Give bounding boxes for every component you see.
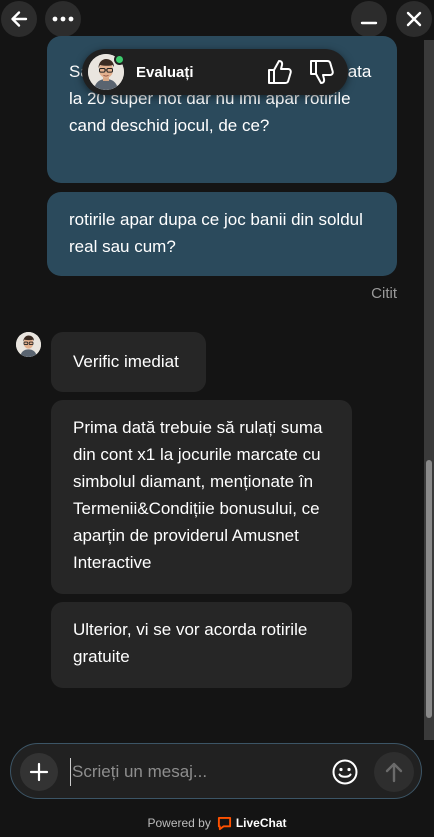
scrollbar-thumb[interactable] [426,460,432,718]
top-bar [0,0,434,40]
minimize-icon [360,21,378,25]
attach-button[interactable] [20,753,58,791]
livechat-brand: LiveChat [235,816,287,830]
emoji-icon [332,759,358,785]
rating-label: Evaluați [136,64,194,81]
more-options-button[interactable] [45,1,81,37]
close-icon [406,11,422,27]
thumbs-up-icon [268,60,292,84]
agent-message: Verific imediat [51,332,206,392]
agent-avatar-small [16,332,41,357]
user-message: rotirile apar dupa ce joc banii din sold… [47,192,397,276]
powered-by-footer[interactable]: Powered by LiveChat [0,814,434,832]
close-button[interactable] [396,1,432,37]
more-dots-icon [52,16,74,22]
arrow-left-icon [11,11,28,27]
message-composer [10,743,422,799]
minimize-button[interactable] [351,1,387,37]
send-arrow-icon [385,762,403,783]
livechat-logo-icon [217,816,231,830]
send-button[interactable] [374,752,414,792]
message-input[interactable] [70,758,320,786]
agent-message: Ulterior, vi se vor acorda rotirile grat… [51,602,352,688]
agent-message: Prima dată trebuie să rulați suma din co… [51,400,352,594]
powered-by-text: Powered by [147,816,211,830]
emoji-button[interactable] [329,756,361,788]
back-button[interactable] [1,1,37,37]
plus-icon [29,762,49,782]
read-status: Citit [371,285,397,302]
thumbs-down-icon [310,60,334,84]
online-status-dot [114,54,125,65]
thumbs-up-button[interactable] [266,58,296,86]
thumbs-down-button[interactable] [308,58,338,86]
rating-bar: Evaluați [82,49,348,95]
